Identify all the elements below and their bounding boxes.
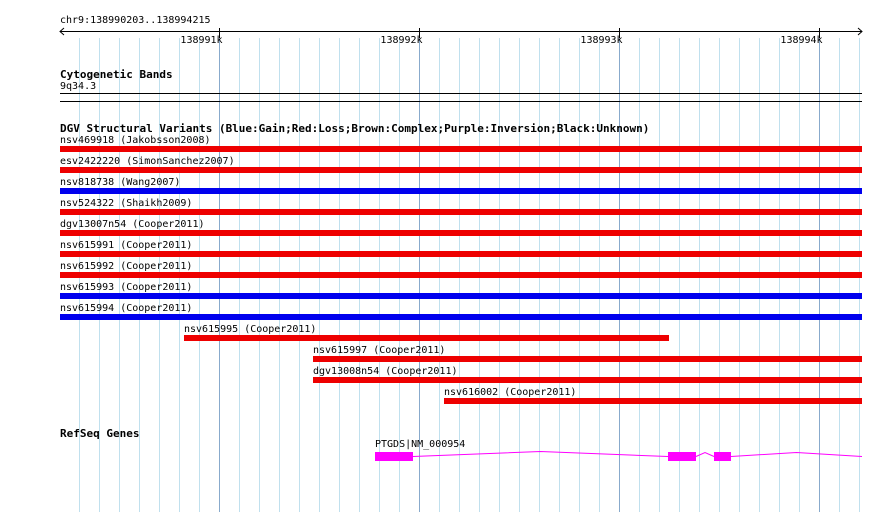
intron-line — [412, 450, 669, 457]
dgv-feature-bar[interactable] — [60, 146, 862, 152]
dgv-feature-bar[interactable] — [444, 398, 862, 404]
dgv-feature-bar[interactable] — [60, 167, 862, 173]
dgv-feature-bar[interactable] — [60, 293, 862, 299]
dgv-feature-bar[interactable] — [313, 377, 862, 383]
cytoband-track-title: Cytogenetic Bands — [60, 68, 173, 81]
gene-exon[interactable] — [714, 452, 731, 461]
intron-line — [730, 451, 863, 457]
ruler-tick-label: 138991k — [180, 35, 223, 46]
gene-exon[interactable] — [668, 452, 696, 461]
ruler-tick-label: 138992k — [380, 35, 423, 46]
dgv-feature-bar[interactable] — [60, 230, 862, 236]
dgv-track-title: DGV Structural Variants (Blue:Gain;Red:L… — [60, 122, 650, 135]
dgv-feature-bar[interactable] — [60, 251, 862, 257]
dgv-feature-bar[interactable] — [60, 209, 862, 215]
intron-line — [695, 451, 715, 457]
dgv-feature-bar[interactable] — [60, 314, 862, 320]
dgv-feature-bar[interactable] — [60, 188, 862, 194]
dgv-feature-bar[interactable] — [313, 356, 862, 362]
gene-label: PTGDS|NM_000954 — [375, 439, 466, 450]
ruler-tick-label: 138994k — [780, 35, 823, 46]
genome-browser-view: chr9:138990203..138994215 138991k 138992k… — [0, 0, 890, 512]
ruler-tick-label: 138993k — [580, 35, 623, 46]
cytoband-label: 9q34.3 — [60, 81, 97, 92]
refseq-track-title: RefSeq Genes — [60, 427, 140, 440]
gene-exon[interactable] — [375, 452, 413, 461]
dgv-feature-bar[interactable] — [184, 335, 669, 341]
dgv-feature-bar[interactable] — [60, 272, 862, 278]
ruler-location-label: chr9:138990203..138994215 — [60, 15, 211, 26]
